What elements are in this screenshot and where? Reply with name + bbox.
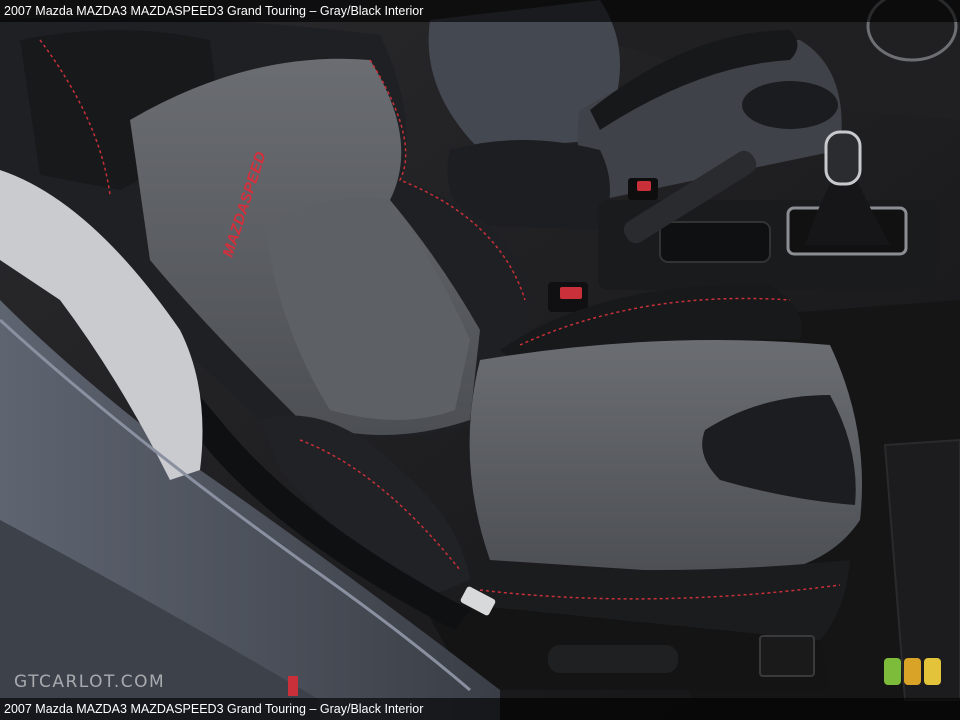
- buckle-release-rear: [637, 181, 651, 191]
- badge-amber-icon: [904, 658, 921, 685]
- photo-frame: MAZDASPEED 2007 Mazda MAZDA3 MAZDASPEED3…: [0, 0, 960, 720]
- caption-top: 2007 Mazda MAZDA3 MAZDASPEED3 Grand Tour…: [0, 0, 960, 22]
- badge-yellow-icon: [924, 658, 941, 685]
- driver-bolster-front: [742, 81, 838, 129]
- cupholder: [659, 221, 771, 263]
- badge-green-icon: [884, 658, 901, 685]
- interior-photo: MAZDASPEED: [0, 0, 960, 720]
- rating-badges: [884, 658, 941, 685]
- seat-adjust-handle: [548, 645, 678, 673]
- door-sill-red-tag: [288, 676, 298, 696]
- seat-rail-bracket: [759, 635, 815, 677]
- watermark: GTCARLOT.COM: [14, 672, 166, 692]
- buckle-release-button: [560, 287, 582, 299]
- shift-knob: [824, 130, 862, 186]
- caption-bottom: 2007 Mazda MAZDA3 MAZDASPEED3 Grand Tour…: [0, 698, 960, 720]
